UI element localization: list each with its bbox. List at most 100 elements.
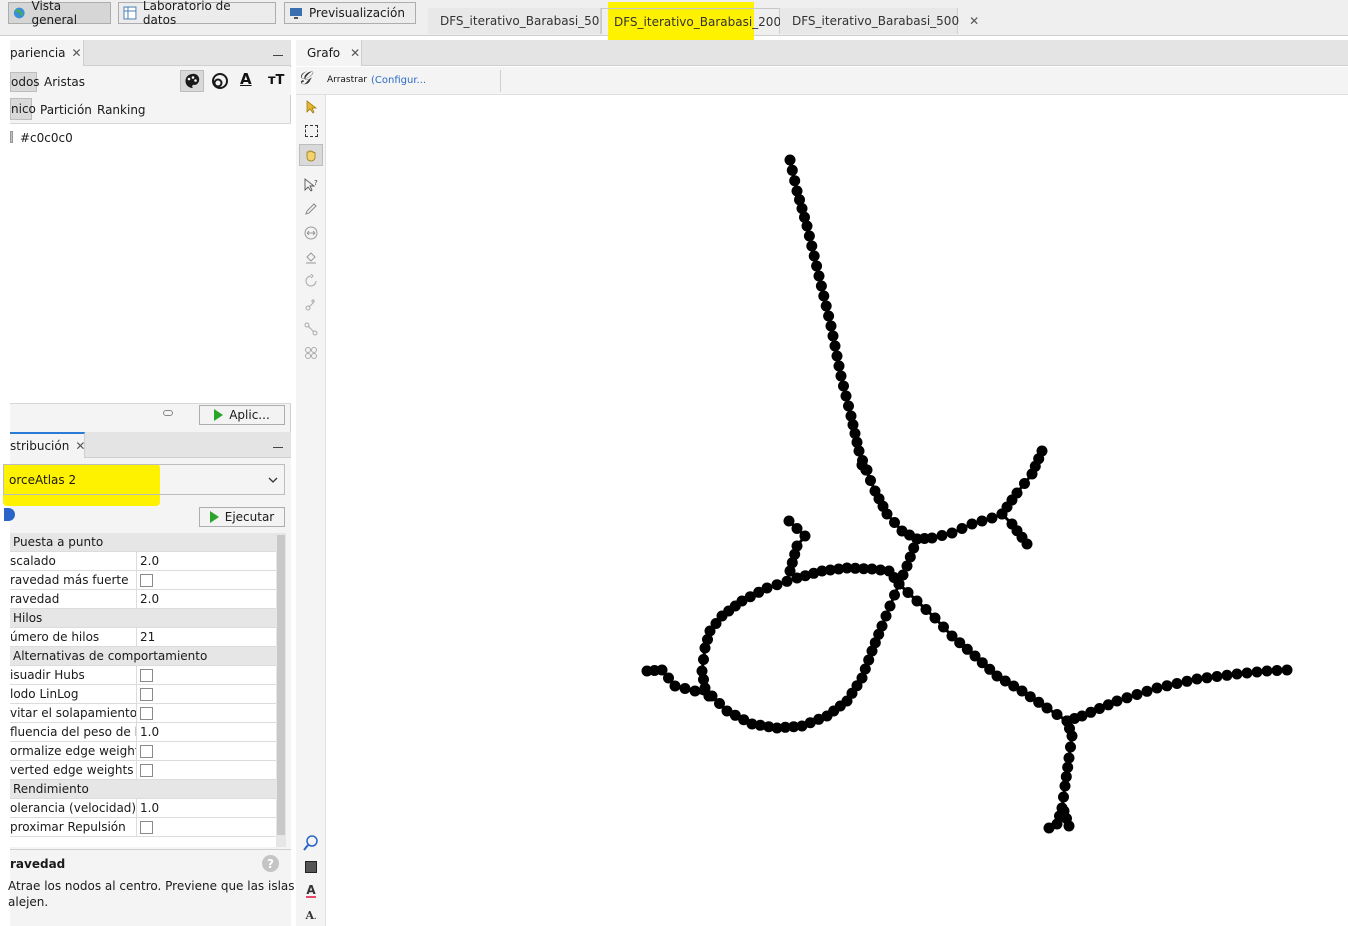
graph-node[interactable] xyxy=(679,683,691,694)
doc-tab-barabasi-200[interactable]: DFS_iterativo_Barabasi_200 ✕ xyxy=(601,8,801,34)
palette-icon[interactable] xyxy=(180,70,204,92)
graph-node[interactable] xyxy=(889,517,900,528)
tab-edges[interactable]: Aristas xyxy=(44,75,85,89)
heatmap-icon[interactable] xyxy=(299,342,323,364)
graph-node[interactable] xyxy=(791,523,803,534)
graph-node[interactable] xyxy=(1161,680,1173,692)
property-row[interactable]: isuadir Hubs xyxy=(10,666,276,685)
graph-node[interactable] xyxy=(699,642,711,654)
apply-button[interactable]: Aplic... xyxy=(199,405,285,425)
graph-node[interactable] xyxy=(641,665,653,677)
graph-node[interactable] xyxy=(820,300,832,312)
property-row[interactable]: úmero de hilos 21 xyxy=(10,628,276,647)
close-icon[interactable]: ✕ xyxy=(72,46,82,60)
size-icon[interactable] xyxy=(210,71,230,91)
graph-node[interactable] xyxy=(1141,685,1153,697)
graph-node[interactable] xyxy=(1231,668,1243,680)
graph-node[interactable] xyxy=(1111,695,1123,707)
graph-node[interactable] xyxy=(706,690,718,702)
minimize-icon[interactable] xyxy=(273,46,283,56)
graph-node[interactable] xyxy=(831,350,843,362)
graph-node[interactable] xyxy=(936,530,948,541)
graph-node[interactable] xyxy=(1121,692,1133,704)
graph-node[interactable] xyxy=(986,512,998,524)
graph-node[interactable] xyxy=(827,330,839,342)
graph-node[interactable] xyxy=(1058,791,1069,803)
font-size-icon[interactable]: A. xyxy=(299,904,323,926)
graph-node[interactable] xyxy=(926,532,938,544)
graph-tab[interactable]: Grafo ✕ xyxy=(296,40,362,66)
rectangle-select-icon[interactable] xyxy=(299,120,323,142)
graph-node[interactable] xyxy=(1131,689,1143,700)
graph-node[interactable] xyxy=(1060,771,1072,783)
overview-button[interactable]: Vista general xyxy=(8,0,111,27)
scrollbar[interactable] xyxy=(276,533,286,847)
graph-node[interactable] xyxy=(1241,667,1253,679)
property-value[interactable]: 1.0 xyxy=(137,725,159,739)
graph-node[interactable] xyxy=(801,220,813,232)
graph-node[interactable] xyxy=(1171,678,1183,689)
graph-node[interactable] xyxy=(813,270,825,282)
property-row[interactable]: ormalize edge weights xyxy=(10,742,276,761)
pencil-icon[interactable] xyxy=(299,198,323,220)
graph-node[interactable] xyxy=(1271,665,1283,676)
graph-node[interactable] xyxy=(1281,664,1293,676)
close-icon[interactable]: ✕ xyxy=(75,439,85,453)
property-row[interactable]: lodo LinLog xyxy=(10,685,276,704)
graph-node[interactable] xyxy=(929,612,941,624)
select-pointer-icon[interactable] xyxy=(299,96,323,118)
close-icon[interactable]: ✕ xyxy=(350,46,360,60)
graph-node[interactable] xyxy=(783,515,795,527)
property-row[interactable]: vitar el solapamiento xyxy=(10,704,276,723)
graph-node[interactable] xyxy=(689,685,701,697)
graph-node[interactable] xyxy=(815,280,827,292)
graph-node[interactable] xyxy=(1011,487,1023,499)
graph-node[interactable] xyxy=(1201,672,1213,684)
graph-node[interactable] xyxy=(799,530,811,542)
graph-node[interactable] xyxy=(856,459,868,471)
add-edge-icon[interactable] xyxy=(299,318,323,340)
graph-node[interactable] xyxy=(1211,671,1223,682)
property-checkbox[interactable] xyxy=(140,744,153,758)
graph-node[interactable] xyxy=(956,523,968,534)
data-lab-button[interactable]: Laboratorio de datos xyxy=(118,0,276,27)
graph-node[interactable] xyxy=(1043,822,1055,834)
graph-node[interactable] xyxy=(1041,702,1053,714)
graph-node[interactable] xyxy=(902,587,914,598)
property-value[interactable]: 2.0 xyxy=(137,592,159,606)
property-checkbox[interactable] xyxy=(140,763,153,777)
graph-node[interactable] xyxy=(865,475,876,486)
graph-node[interactable] xyxy=(1062,761,1074,773)
graph-node[interactable] xyxy=(840,390,852,402)
graph-node[interactable] xyxy=(784,154,796,166)
drag-hand-icon[interactable] xyxy=(299,144,323,166)
shortest-path-icon[interactable] xyxy=(299,222,323,244)
paint-bucket-icon[interactable] xyxy=(299,246,323,268)
graph-node[interactable] xyxy=(808,250,820,262)
property-row[interactable]: scalado 2.0 xyxy=(10,552,276,571)
property-row[interactable]: ravedad más fuerte xyxy=(10,571,276,590)
graph-node[interactable] xyxy=(811,260,823,272)
graph-node[interactable] xyxy=(823,310,835,322)
graph-node[interactable] xyxy=(835,370,847,382)
graph-node[interactable] xyxy=(843,400,854,412)
graph-node[interactable] xyxy=(1261,665,1273,677)
algorithm-select[interactable]: orceAtlas 2 xyxy=(3,464,285,495)
label-size-icon[interactable]: тT xyxy=(268,73,286,91)
close-icon[interactable]: ✕ xyxy=(969,14,979,28)
graph-node[interactable] xyxy=(1066,730,1078,742)
graph-node[interactable] xyxy=(781,575,793,587)
property-row[interactable]: olerancia (velocidad) 1.0 xyxy=(10,799,276,818)
graph-node[interactable] xyxy=(1021,538,1033,550)
graph-node[interactable] xyxy=(789,175,801,187)
property-row[interactable]: proximar Repulsión xyxy=(10,818,276,837)
graph-node[interactable] xyxy=(884,600,896,612)
graph-node[interactable] xyxy=(881,508,893,520)
property-checkbox[interactable] xyxy=(140,820,153,834)
property-row[interactable]: fluencia del peso de las1.0 xyxy=(10,723,276,742)
minimize-icon[interactable] xyxy=(273,438,283,448)
sub-tab-ranking[interactable]: Ranking xyxy=(97,103,146,117)
graph-node[interactable] xyxy=(880,610,892,622)
property-checkbox[interactable] xyxy=(140,668,153,682)
graph-node[interactable] xyxy=(1019,478,1030,489)
